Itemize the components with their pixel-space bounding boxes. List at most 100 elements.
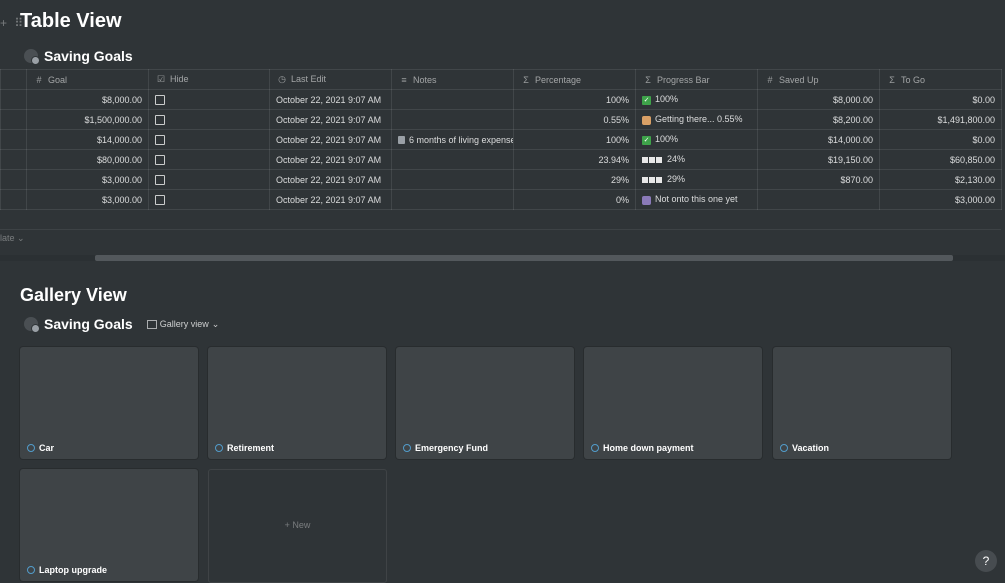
help-button[interactable]: ? — [975, 550, 997, 572]
hide-cell[interactable] — [148, 169, 270, 190]
row-handle-cell[interactable] — [0, 89, 27, 110]
row-handle-cell[interactable] — [0, 149, 27, 170]
saved-up-cell[interactable] — [757, 189, 880, 210]
chevron-down-icon: ⌄ — [211, 318, 220, 329]
hide-cell[interactable] — [148, 189, 270, 210]
notes-cell[interactable] — [391, 89, 514, 110]
progress-bar-cell[interactable]: ✓ 100% — [635, 89, 758, 110]
hide-cell[interactable] — [148, 109, 270, 130]
progress-bar-cell[interactable]: ✓ 100% — [635, 129, 758, 150]
table-row[interactable]: $8,000.00 October 22, 2021 9:07 AM 100% ✓ 10… — [0, 89, 1002, 110]
check-mark-icon: ✓ — [642, 95, 651, 105]
notes-cell[interactable]: 6 months of living expenses — [391, 129, 514, 150]
last-edit-cell[interactable]: October 22, 2021 9:07 AM — [269, 109, 392, 130]
percentage-cell[interactable]: 100% — [513, 89, 636, 110]
saved-up-cell[interactable]: $8,200.00 — [757, 109, 880, 130]
to-go-cell[interactable]: $0.00 — [879, 129, 1002, 150]
new-card-button[interactable]: + New — [208, 469, 387, 583]
table-row[interactable]: $1,500,000.00 October 22, 2021 9:07 AM 0.5… — [0, 109, 1002, 130]
to-go-cell[interactable]: $60,850.00 — [879, 149, 1002, 170]
saved-up-cell[interactable]: $8,000.00 — [757, 89, 880, 110]
gallery-card[interactable]: Emergency Fund — [396, 347, 574, 459]
percentage-cell[interactable]: 0% — [513, 189, 636, 210]
column-header[interactable]: ☑ Hide — [148, 69, 270, 90]
goal-cell[interactable]: $3,000.00 — [26, 169, 149, 190]
formula-icon: Σ — [523, 74, 529, 85]
table-row[interactable]: $80,000.00 October 22, 2021 9:07 AM 23.94%… — [0, 149, 1002, 170]
gallery-card[interactable]: Home down payment — [584, 347, 762, 459]
last-edit-cell[interactable]: October 22, 2021 9:07 AM — [269, 169, 392, 190]
gallery-database-header: Saving Goals Gallery view ⌄ — [24, 316, 220, 333]
row-handle-cell[interactable] — [0, 189, 27, 210]
formula-icon: Σ — [889, 74, 895, 85]
column-header[interactable]: Σ To Go — [879, 69, 1002, 90]
saved-up-cell[interactable]: $14,000.00 — [757, 129, 880, 150]
goal-cell[interactable]: $8,000.00 — [26, 89, 149, 110]
table-row[interactable]: $14,000.00 October 22, 2021 9:07 AM 6 mont… — [0, 129, 1002, 150]
progress-bar-cell[interactable]: Getting there... 0.55% — [635, 109, 758, 130]
notes-cell[interactable] — [391, 149, 514, 170]
card-title: Vacation — [780, 443, 829, 453]
notes-cell[interactable] — [391, 169, 514, 190]
text-icon: ≡ — [401, 74, 407, 85]
progress-blocks-icon — [642, 175, 663, 185]
hide-cell[interactable] — [148, 89, 270, 110]
gallery-card[interactable]: Vacation — [773, 347, 951, 459]
column-header[interactable]: Σ Progress Bar — [635, 69, 758, 90]
progress-bar-cell[interactable]: 29% — [635, 169, 758, 190]
percentage-cell[interactable]: 0.55% — [513, 109, 636, 130]
progress-bar-cell[interactable]: Not onto this one yet — [635, 189, 758, 210]
view-selector-button[interactable]: Gallery view ⌄ — [146, 318, 220, 330]
hide-checkbox[interactable] — [155, 154, 165, 165]
database-title[interactable]: Saving Goals — [44, 48, 133, 64]
saved-up-cell[interactable]: $870.00 — [757, 169, 880, 190]
gallery-database-title[interactable]: Saving Goals — [44, 316, 133, 332]
goal-cell[interactable]: $3,000.00 — [26, 189, 149, 210]
notes-cell[interactable] — [391, 189, 514, 210]
hide-cell[interactable] — [148, 129, 270, 150]
progress-bar-cell[interactable]: 24% — [635, 149, 758, 170]
column-header[interactable]: # Goal — [26, 69, 149, 90]
percentage-cell[interactable]: 29% — [513, 169, 636, 190]
column-header[interactable]: Σ Percentage — [513, 69, 636, 90]
row-handle-cell[interactable] — [0, 169, 27, 190]
table-row[interactable]: $3,000.00 October 22, 2021 9:07 AM 0% Not o… — [0, 189, 1002, 210]
gallery-card[interactable]: Laptop upgrade — [20, 469, 198, 581]
column-header[interactable]: ≡ Notes — [391, 69, 514, 90]
row-handle-cell[interactable] — [0, 129, 27, 150]
page-title: Table View — [20, 10, 122, 32]
column-header[interactable]: ◷ Last Edit — [269, 69, 392, 90]
hide-checkbox[interactable] — [155, 194, 165, 205]
hide-checkbox[interactable] — [155, 94, 165, 105]
card-title: Retirement — [215, 443, 274, 453]
progress-blocks-icon — [642, 155, 663, 165]
card-title: Laptop upgrade — [27, 565, 107, 575]
goal-cell[interactable]: $1,500,000.00 — [26, 109, 149, 130]
hide-cell[interactable] — [148, 149, 270, 170]
table-row[interactable]: $3,000.00 October 22, 2021 9:07 AM 29% 29% $… — [0, 169, 1002, 190]
to-go-cell[interactable]: $3,000.00 — [879, 189, 1002, 210]
goal-cell[interactable]: $80,000.00 — [26, 149, 149, 170]
row-handle-cell[interactable] — [0, 109, 27, 130]
goal-cell[interactable]: $14,000.00 — [26, 129, 149, 150]
percentage-cell[interactable]: 100% — [513, 129, 636, 150]
saved-up-cell[interactable]: $19,150.00 — [757, 149, 880, 170]
hide-checkbox[interactable] — [155, 174, 165, 185]
notes-cell[interactable] — [391, 109, 514, 130]
last-edit-cell[interactable]: October 22, 2021 9:07 AM — [269, 89, 392, 110]
last-edit-cell[interactable]: October 22, 2021 9:07 AM — [269, 149, 392, 170]
hide-checkbox[interactable] — [155, 134, 165, 145]
column-header[interactable]: # Saved Up — [757, 69, 880, 90]
calculate-dropdown[interactable]: late ⌄ — [0, 233, 25, 244]
hide-checkbox[interactable] — [155, 114, 165, 125]
gallery-card[interactable]: Retirement — [208, 347, 386, 459]
page-circle-icon — [403, 444, 411, 452]
to-go-cell[interactable]: $0.00 — [879, 89, 1002, 110]
gallery-card[interactable]: Car — [20, 347, 198, 459]
percentage-cell[interactable]: 23.94% — [513, 149, 636, 170]
horizontal-scrollbar-thumb[interactable] — [95, 255, 953, 261]
to-go-cell[interactable]: $2,130.00 — [879, 169, 1002, 190]
last-edit-cell[interactable]: October 22, 2021 9:07 AM — [269, 189, 392, 210]
to-go-cell[interactable]: $1,491,800.00 — [879, 109, 1002, 130]
last-edit-cell[interactable]: October 22, 2021 9:07 AM — [269, 129, 392, 150]
